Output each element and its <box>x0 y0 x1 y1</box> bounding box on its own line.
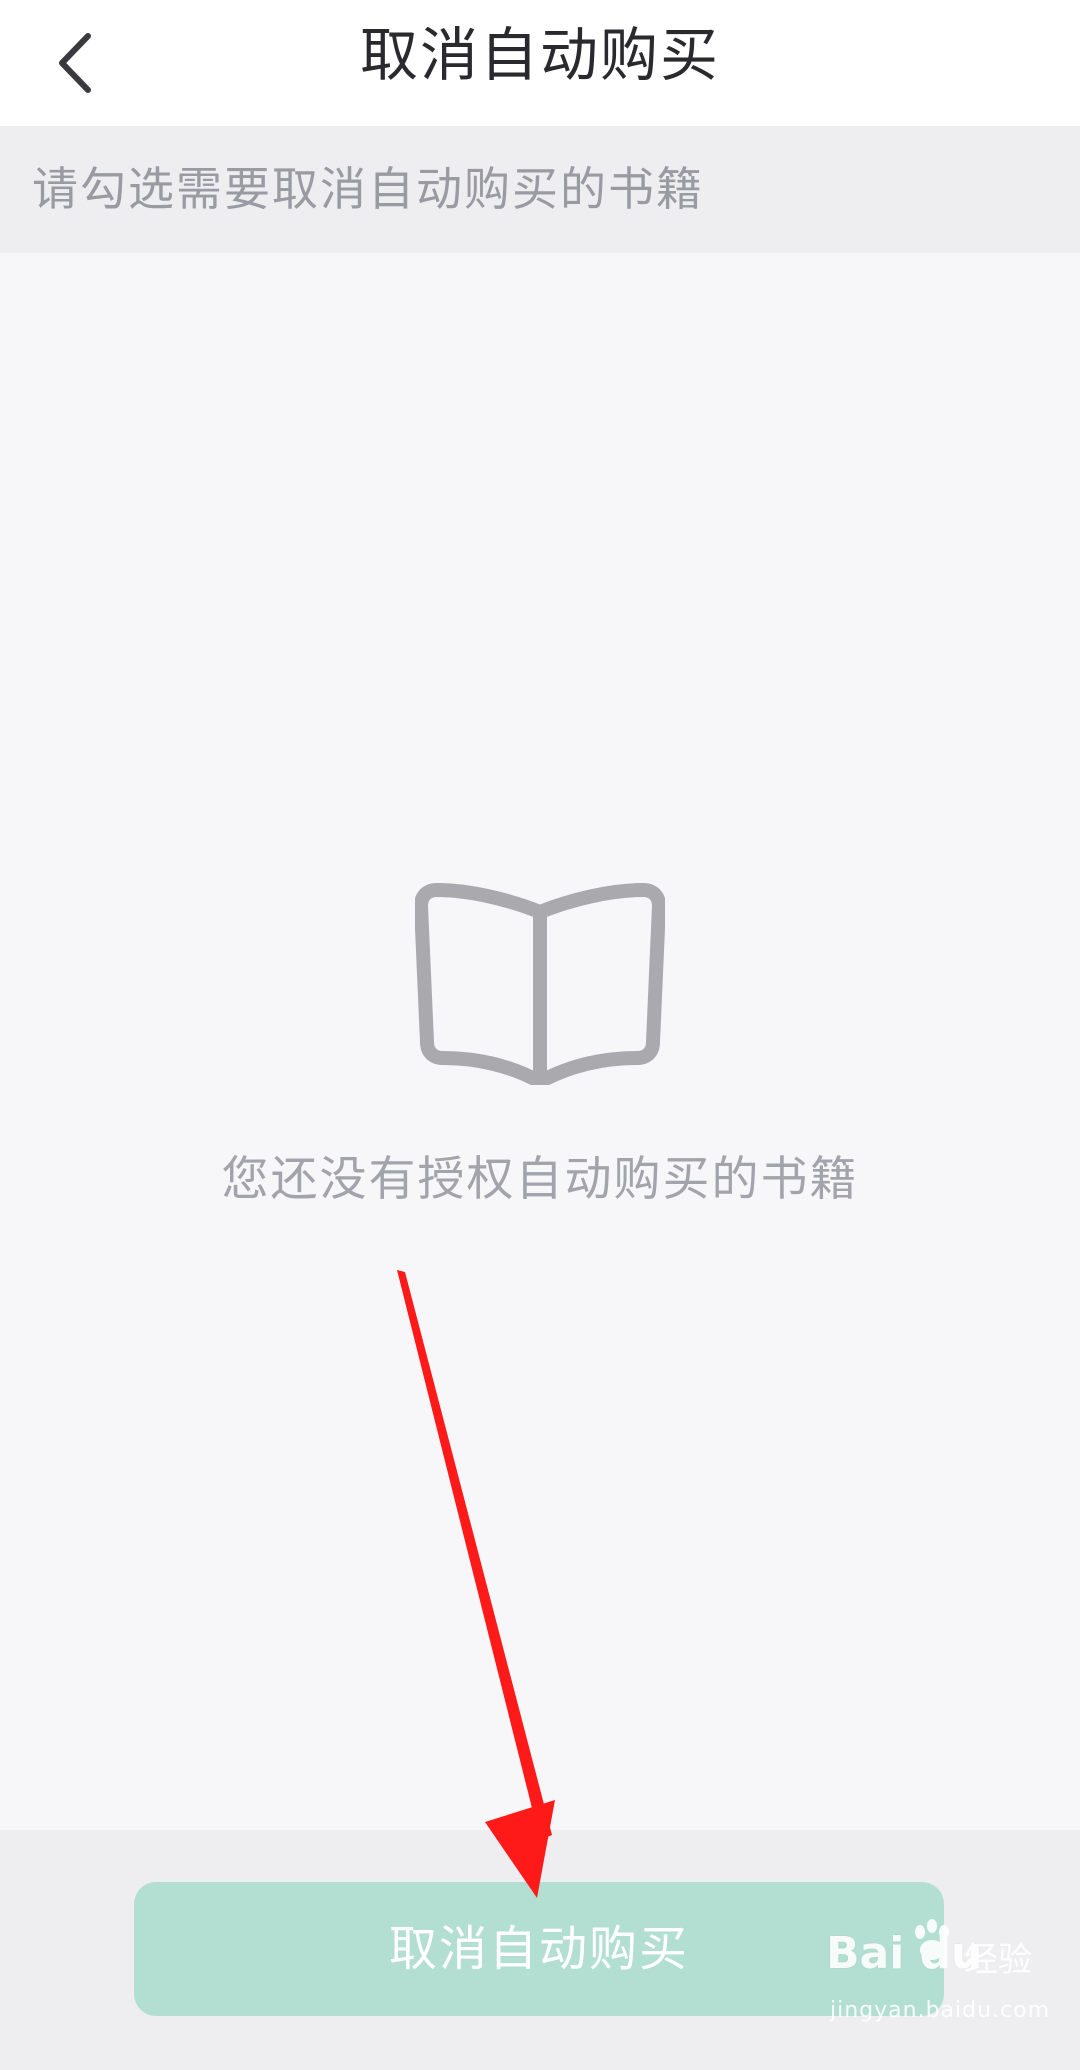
instruction-text: 请勾选需要取消自动购买的书籍 <box>32 162 704 216</box>
watermark-url: jingyan.baidu.com <box>830 1998 1051 2023</box>
paw-logo-icon <box>915 1919 949 1960</box>
watermark-product: 经验 <box>964 1940 1032 1980</box>
watermark-brand: Bai du <box>826 1928 983 1979</box>
top-nav-bar: 取消自动购买 <box>0 0 1080 126</box>
empty-state-message: 您还没有授权自动购买的书籍 <box>221 1152 859 1207</box>
baidu-jingyan-watermark: Bai du 经验 jingyan.baidu.com <box>826 1918 1049 2043</box>
instruction-bar: 请勾选需要取消自动购买的书籍 <box>0 126 1080 253</box>
cancel-auto-purchase-button[interactable]: 取消自动购买 <box>134 1882 944 2016</box>
open-book-icon <box>415 883 665 1085</box>
page-title: 取消自动购买 <box>359 21 720 89</box>
